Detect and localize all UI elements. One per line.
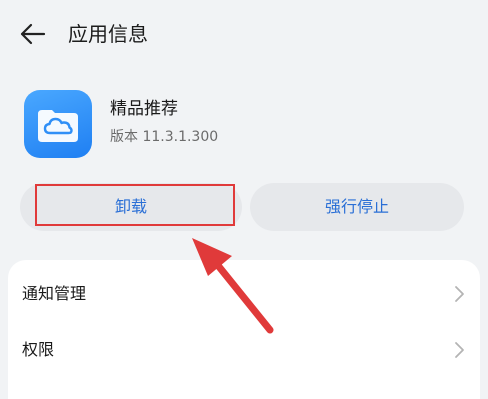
back-button[interactable] <box>18 20 48 48</box>
app-info: 精品推荐 版本 11.3.1.300 <box>0 80 488 170</box>
settings-item-label: 权限 <box>22 340 55 359</box>
uninstall-button[interactable]: 卸载 <box>20 183 242 231</box>
page-title: 应用信息 <box>68 22 148 46</box>
app-version: 版本 11.3.1.300 <box>110 129 219 145</box>
settings-item-notifications[interactable]: 通知管理 <box>8 266 480 322</box>
cloud-folder-icon <box>24 90 92 158</box>
app-name: 精品推荐 <box>110 99 178 119</box>
header: 应用信息 <box>0 0 488 66</box>
settings-card: 通知管理 权限 <box>8 260 480 399</box>
force-stop-button[interactable]: 强行停止 <box>250 183 464 231</box>
chevron-right-icon <box>455 342 464 358</box>
settings-item-label: 通知管理 <box>22 284 87 303</box>
arrow-left-icon <box>20 23 46 45</box>
chevron-right-icon <box>455 286 464 302</box>
settings-item-permissions[interactable]: 权限 <box>8 322 480 378</box>
